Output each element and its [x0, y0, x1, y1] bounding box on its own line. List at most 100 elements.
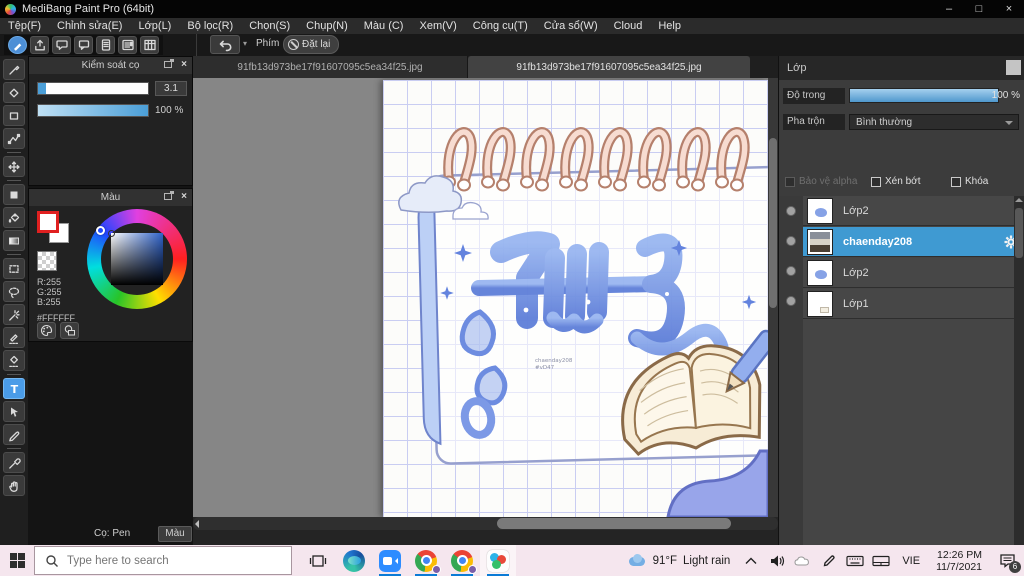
- magic-wand-tool[interactable]: [3, 304, 25, 325]
- language-indicator[interactable]: VIE: [894, 555, 928, 567]
- undo-button[interactable]: [210, 35, 240, 54]
- color-status-tab[interactable]: Màu: [158, 526, 192, 542]
- brush-opacity-slider[interactable]: [37, 104, 149, 117]
- shape-tool[interactable]: [3, 105, 25, 126]
- menu-file[interactable]: Tệp(F): [0, 18, 49, 34]
- cloud-brush-icon[interactable]: [8, 36, 27, 54]
- taskbar-search[interactable]: [34, 546, 292, 575]
- select-marquee-tool[interactable]: [3, 258, 25, 279]
- close-button[interactable]: ×: [994, 0, 1024, 18]
- move-tool[interactable]: [3, 156, 25, 177]
- layers-scroll-thumb[interactable]: [1015, 208, 1023, 258]
- color-set-icon[interactable]: [60, 322, 79, 339]
- menu-view[interactable]: Xem(V): [411, 18, 464, 34]
- brush-size-slider[interactable]: [37, 82, 149, 95]
- popout-icon[interactable]: [164, 59, 174, 68]
- layer-opacity-slider[interactable]: [849, 88, 999, 103]
- menu-select[interactable]: Chọn(S): [241, 18, 298, 34]
- layer-row[interactable]: Lớp2: [803, 196, 1024, 226]
- brush-tool[interactable]: [3, 59, 25, 80]
- foreground-color-swatch[interactable]: [37, 211, 59, 233]
- comment-icon[interactable]: [52, 36, 71, 54]
- gradient-tool[interactable]: [3, 230, 25, 251]
- canvas-vertical-scrollbar[interactable]: [768, 78, 778, 517]
- layer-row[interactable]: Lớp1: [803, 289, 1024, 319]
- menu-snap[interactable]: Chụp(N): [298, 18, 356, 34]
- saturation-value-box[interactable]: [108, 230, 163, 285]
- reset-button[interactable]: Đặt lại: [283, 35, 340, 54]
- visibility-dot[interactable]: [786, 266, 796, 276]
- start-button[interactable]: [0, 545, 34, 576]
- layers-scrollbar[interactable]: [1014, 196, 1024, 576]
- lock-checkbox[interactable]: Khóa: [951, 176, 988, 187]
- eraser-tool[interactable]: [3, 82, 25, 103]
- menu-filter[interactable]: Bộ lọc(R): [179, 18, 241, 34]
- task-view-button[interactable]: [300, 545, 336, 576]
- menu-color[interactable]: Màu (C): [356, 18, 412, 34]
- taskbar-chrome-2[interactable]: [444, 545, 480, 576]
- scroll-up-arrow[interactable]: [1015, 198, 1023, 202]
- layer-row[interactable]: Lớp2: [803, 258, 1024, 288]
- eyedropper-tool[interactable]: [3, 452, 25, 473]
- color-wheel[interactable]: [87, 209, 187, 309]
- protect-alpha-checkbox[interactable]: Bảo vệ alpha: [785, 176, 857, 187]
- hand-tool[interactable]: [3, 475, 25, 496]
- select-pen-tool[interactable]: [3, 327, 25, 348]
- select-eraser-tool[interactable]: [3, 350, 25, 371]
- clipping-checkbox[interactable]: Xén bớt: [871, 176, 920, 187]
- canvas-page[interactable]: chaenday208 #vD47: [383, 80, 778, 517]
- export-icon[interactable]: [30, 36, 49, 54]
- brush-list-icon[interactable]: [118, 36, 137, 54]
- volume-icon[interactable]: [764, 545, 790, 576]
- taskbar-zoom[interactable]: [372, 545, 408, 576]
- curve-tool[interactable]: [3, 128, 25, 149]
- notification-center-button[interactable]: 6: [990, 545, 1024, 576]
- weather-widget[interactable]: 91°F Light rain: [628, 553, 730, 568]
- text-tool[interactable]: T: [3, 378, 25, 399]
- canvas-viewport[interactable]: chaenday208 #vD47: [193, 78, 778, 517]
- maximize-button[interactable]: □: [964, 0, 994, 18]
- taskbar-edge[interactable]: [336, 545, 372, 576]
- document-tab-2[interactable]: 91fb13d973be17f91607095c5ea34f25.jpg: [468, 56, 750, 78]
- menu-tools[interactable]: Công cụ(T): [465, 18, 536, 34]
- material-grid-icon[interactable]: [140, 36, 159, 54]
- menu-window[interactable]: Cửa sổ(W): [536, 18, 606, 34]
- comment-alt-icon[interactable]: [74, 36, 93, 54]
- taskbar-clock[interactable]: 12:26 PM 11/7/2021: [928, 549, 990, 573]
- vertical-scroll-thumb[interactable]: [769, 138, 777, 308]
- taskbar-chrome-1[interactable]: [408, 545, 444, 576]
- layers-menu-button[interactable]: [1006, 60, 1021, 75]
- search-input[interactable]: [67, 554, 257, 567]
- canvas-horizontal-scrollbar[interactable]: [193, 517, 778, 530]
- layer-row-selected[interactable]: chaenday208: [803, 227, 1024, 257]
- brush-size-value[interactable]: 3.1: [155, 81, 187, 96]
- minimize-button[interactable]: –: [934, 0, 964, 18]
- menu-help[interactable]: Help: [650, 18, 689, 34]
- bucket-tool[interactable]: [3, 207, 25, 228]
- menu-cloud[interactable]: Cloud: [606, 18, 651, 34]
- pen-icon[interactable]: [816, 545, 842, 576]
- tray-chevron-up[interactable]: [738, 545, 764, 576]
- close-icon[interactable]: ×: [181, 191, 187, 202]
- undo-dropdown-caret[interactable]: ▾: [243, 39, 249, 49]
- document-tab-1[interactable]: 91fb13d973be17f91607095c5ea34f25.jpg: [193, 56, 468, 78]
- blend-mode-dropdown[interactable]: Bình thường: [849, 114, 1019, 130]
- popout-icon[interactable]: [164, 191, 174, 200]
- menu-layer[interactable]: Lớp(L): [130, 18, 179, 34]
- palette-icon[interactable]: [37, 322, 56, 339]
- pen-tool[interactable]: [3, 424, 25, 445]
- close-icon[interactable]: ×: [181, 59, 187, 70]
- keyboard-icon[interactable]: [842, 545, 868, 576]
- select-lasso-tool[interactable]: [3, 281, 25, 302]
- taskbar-medibang[interactable]: [480, 545, 516, 576]
- horizontal-scroll-thumb[interactable]: [497, 518, 732, 529]
- visibility-dot[interactable]: [786, 206, 796, 216]
- visibility-dot[interactable]: [786, 236, 796, 246]
- transparent-color-swatch[interactable]: [37, 251, 57, 271]
- document-icon[interactable]: [96, 36, 115, 54]
- touchpad-icon[interactable]: [868, 545, 894, 576]
- onedrive-cloud-icon[interactable]: [790, 545, 816, 576]
- menu-edit[interactable]: Chỉnh sửa(E): [49, 18, 130, 34]
- operation-tool[interactable]: [3, 401, 25, 422]
- fill-rect-tool[interactable]: [3, 184, 25, 205]
